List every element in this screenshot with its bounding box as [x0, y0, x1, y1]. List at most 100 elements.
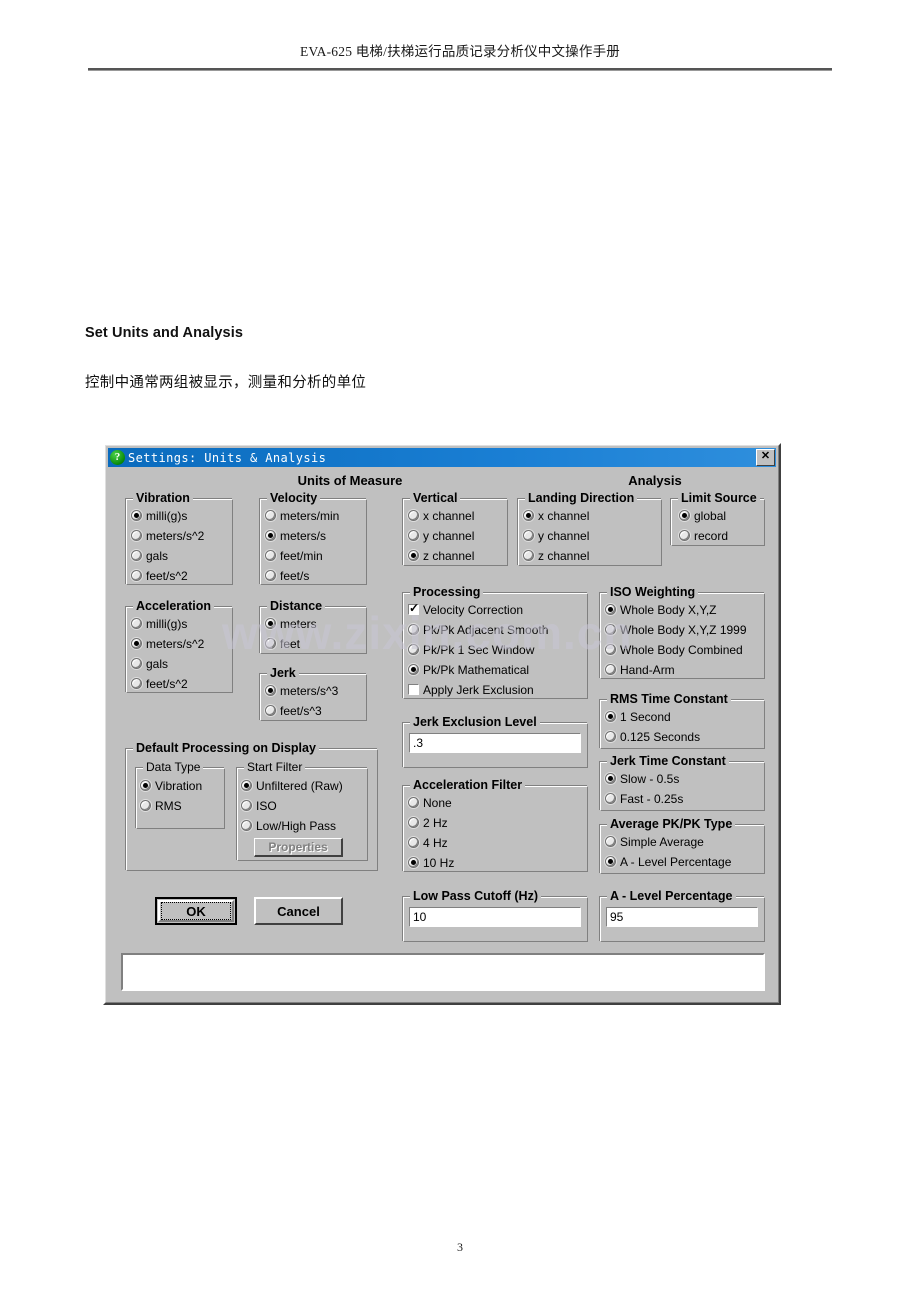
radio-iso-3[interactable]: Hand-Arm — [605, 662, 675, 677]
radio-icon — [131, 550, 142, 561]
radio-jerk-tc-0[interactable]: Slow - 0.5s — [605, 771, 679, 786]
radio-icon — [408, 797, 419, 808]
option-label: 10 Hz — [423, 855, 455, 870]
radio-icon — [241, 820, 252, 831]
option-label: feet/min — [280, 548, 323, 563]
option-label: 0.125 Seconds — [620, 729, 701, 744]
radio-acceleration-3[interactable]: feet/s^2 — [131, 676, 188, 691]
group-label-jerk-exclusion-level: Jerk Exclusion Level — [410, 715, 540, 729]
radio-jerk-tc-1[interactable]: Fast - 0.25s — [605, 791, 683, 806]
radio-vibration-2[interactable]: gals — [131, 548, 168, 563]
radio-jerk-0[interactable]: meters/s^3 — [265, 683, 338, 698]
radio-rms-0[interactable]: 1 Second — [605, 709, 671, 724]
cancel-button[interactable]: Cancel — [254, 897, 343, 925]
radio-velocity-1[interactable]: meters/s — [265, 528, 326, 543]
radio-avg-pkpk-1[interactable]: A - Level Percentage — [605, 854, 731, 869]
radio-icon — [408, 857, 419, 868]
radio-limit-source-0[interactable]: global — [679, 508, 726, 523]
option-label: None — [423, 795, 452, 810]
a-level-percentage-input[interactable]: 95 — [606, 907, 758, 927]
radio-icon — [408, 510, 419, 521]
help-question-icon: ? — [110, 450, 125, 465]
radio-jerk-1[interactable]: feet/s^3 — [265, 703, 322, 718]
option-label: meters/s^3 — [280, 683, 339, 698]
radio-accel-filter-2[interactable]: 4 Hz — [408, 835, 448, 850]
option-label: feet — [280, 636, 301, 651]
radio-start-filter-0[interactable]: Unfiltered (Raw) — [241, 778, 343, 793]
radio-icon — [408, 550, 419, 561]
radio-accel-filter-1[interactable]: 2 Hz — [408, 815, 448, 830]
checkbox-apply-jerk-exclusion[interactable]: Apply Jerk Exclusion — [408, 682, 534, 697]
radio-icon — [131, 658, 142, 669]
radio-velocity-0[interactable]: meters/min — [265, 508, 339, 523]
radio-icon — [241, 780, 252, 791]
radio-accel-filter-0[interactable]: None — [408, 795, 452, 810]
group-label-jerk-time-constant: Jerk Time Constant — [607, 754, 729, 768]
radio-accel-filter-3[interactable]: 10 Hz — [408, 855, 454, 870]
radio-velocity-2[interactable]: feet/min — [265, 548, 323, 563]
radio-landing-2[interactable]: z channel — [523, 548, 589, 563]
radio-processing-0[interactable]: Pk/Pk Adjacent Smooth — [408, 622, 548, 637]
radio-icon — [679, 510, 690, 521]
radio-iso-2[interactable]: Whole Body Combined — [605, 642, 743, 657]
option-label: meters/s^2 — [146, 528, 205, 543]
radio-landing-0[interactable]: x channel — [523, 508, 589, 523]
option-label: Low/High Pass — [256, 818, 337, 833]
settings-dialog: ? Settings: Units & Analysis ✕ Units of … — [103, 443, 781, 1005]
group-label-data-type: Data Type — [143, 760, 204, 774]
radio-vibration-3[interactable]: feet/s^2 — [131, 568, 188, 583]
radio-icon — [265, 705, 276, 716]
radio-vertical-1[interactable]: y channel — [408, 528, 474, 543]
option-label: Whole Body X,Y,Z — [620, 602, 717, 617]
option-label: ISO — [256, 798, 277, 813]
radio-icon — [131, 510, 142, 521]
low-pass-cutoff-input[interactable]: 10 — [409, 907, 581, 927]
radio-vertical-0[interactable]: x channel — [408, 508, 474, 523]
radio-icon — [408, 817, 419, 828]
group-label-default-processing: Default Processing on Display — [133, 741, 319, 755]
ok-button[interactable]: OK — [155, 897, 237, 925]
radio-icon — [605, 664, 616, 675]
radio-acceleration-1[interactable]: meters/s^2 — [131, 636, 204, 651]
radio-limit-source-1[interactable]: record — [679, 528, 728, 543]
radio-vibration-0[interactable]: milli(g)s — [131, 508, 187, 523]
radio-avg-pkpk-0[interactable]: Simple Average — [605, 834, 704, 849]
jerk-exclusion-level-input[interactable]: .3 — [409, 733, 581, 753]
close-icon[interactable]: ✕ — [756, 449, 775, 466]
radio-icon — [131, 570, 142, 581]
radio-icon — [408, 837, 419, 848]
option-label: Vibration — [155, 778, 203, 793]
radio-acceleration-2[interactable]: gals — [131, 656, 168, 671]
radio-landing-1[interactable]: y channel — [523, 528, 589, 543]
radio-acceleration-0[interactable]: milli(g)s — [131, 616, 187, 631]
group-label-low-pass-cutoff: Low Pass Cutoff (Hz) — [410, 889, 541, 903]
option-label: y channel — [423, 528, 475, 543]
radio-velocity-3[interactable]: feet/s — [265, 568, 309, 583]
checkbox-velocity-correction[interactable]: Velocity Correction — [408, 601, 523, 617]
option-label: gals — [146, 548, 169, 563]
radio-iso-1[interactable]: Whole Body X,Y,Z 1999 — [605, 622, 747, 637]
radio-start-filter-2[interactable]: Low/High Pass — [241, 818, 336, 833]
radio-data-type-1[interactable]: RMS — [140, 798, 182, 813]
group-label-acceleration-filter: Acceleration Filter — [410, 778, 526, 792]
document-header: EVA-625 电梯/扶梯运行品质记录分析仪中文操作手册 — [300, 44, 620, 59]
radio-vertical-2[interactable]: z channel — [408, 548, 474, 563]
option-label: meters/min — [280, 508, 340, 523]
radio-processing-2[interactable]: Pk/Pk Mathematical — [408, 662, 529, 677]
group-label-vertical: Vertical — [410, 491, 461, 505]
radio-vibration-1[interactable]: meters/s^2 — [131, 528, 204, 543]
radio-distance-0[interactable]: meters — [265, 616, 317, 631]
radio-icon — [265, 510, 276, 521]
group-label-jerk: Jerk — [267, 666, 299, 680]
radio-iso-0[interactable]: Whole Body X,Y,Z — [605, 602, 717, 617]
radio-icon — [605, 604, 616, 615]
radio-data-type-0[interactable]: Vibration — [140, 778, 202, 793]
document-header-rule — [88, 68, 832, 71]
radio-start-filter-1[interactable]: ISO — [241, 798, 277, 813]
radio-distance-1[interactable]: feet — [265, 636, 300, 651]
cancel-button-label: Cancel — [277, 903, 320, 919]
radio-icon — [605, 793, 616, 804]
properties-button[interactable]: Properties — [254, 838, 343, 857]
radio-processing-1[interactable]: Pk/Pk 1 Sec Window — [408, 642, 534, 657]
radio-rms-1[interactable]: 0.125 Seconds — [605, 729, 700, 744]
